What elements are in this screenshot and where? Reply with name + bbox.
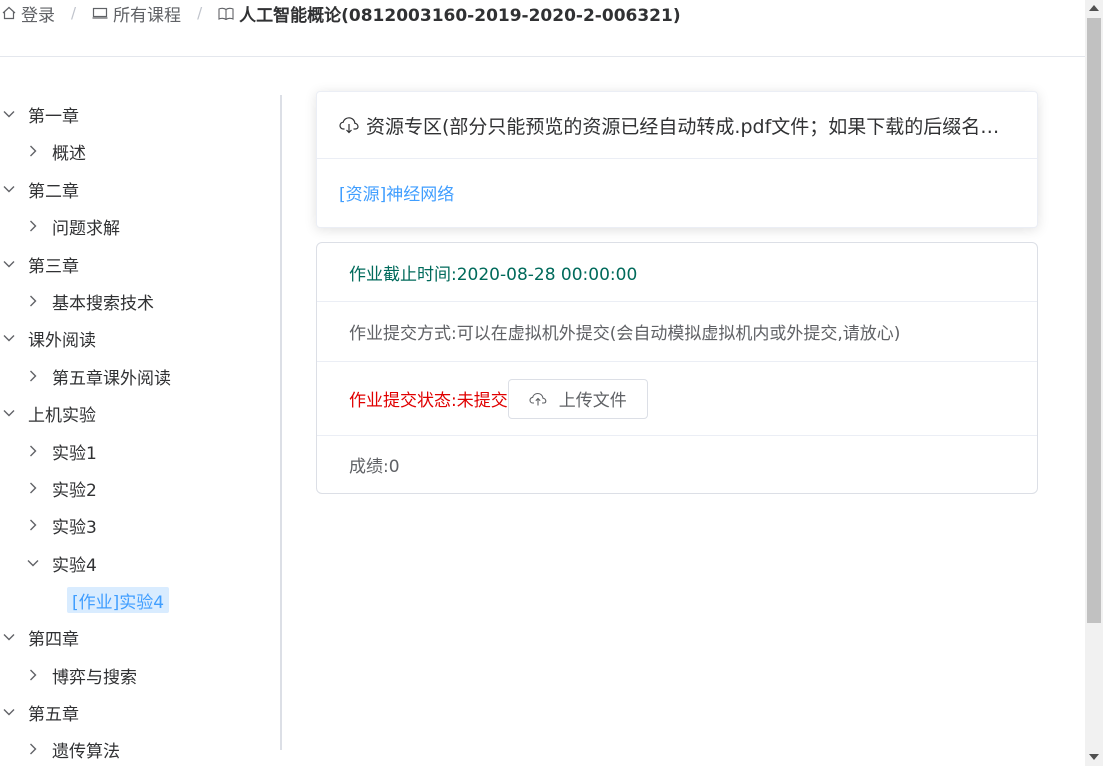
tree-node-lab2[interactable]: 实验2 — [26, 474, 97, 502]
scroll-down-arrow-icon[interactable] — [1089, 754, 1099, 760]
tree-node-label: 课外阅读 — [28, 330, 96, 351]
tree-node-ch1-overview[interactable]: 概述 — [26, 137, 86, 165]
tree-node-label: 第四章 — [28, 629, 79, 650]
assignment-card: 作业截止时间:2020-08-28 00:00:00 作业提交方式:可以在虚拟机… — [316, 242, 1038, 494]
scrollbar-thumb[interactable] — [1087, 18, 1101, 623]
assignment-score: 成绩:0 — [349, 457, 400, 477]
chevron-down-icon — [2, 182, 16, 196]
tree-node-extra[interactable]: 课外阅读 — [2, 324, 96, 352]
tree-node-extra-ch5[interactable]: 第五章课外阅读 — [26, 362, 171, 390]
chevron-down-icon — [2, 406, 16, 420]
tree-node-lab1[interactable]: 实验1 — [26, 437, 97, 465]
upload-file-button[interactable]: 上传文件 — [507, 378, 648, 419]
scroll-up-arrow-icon[interactable] — [1089, 5, 1099, 11]
chevron-down-icon — [2, 705, 16, 719]
tree-node-ch4-game[interactable]: 博弈与搜索 — [26, 661, 137, 689]
book-icon — [218, 7, 234, 20]
breadcrumb: 登录 / 所有课程 / 人工智能概论(0812003160-2019-2020-… — [2, 1, 681, 26]
chevron-right-icon — [26, 668, 40, 682]
tree-node-label: 第一章 — [28, 106, 79, 127]
tree-node-label: 概述 — [52, 143, 86, 164]
tree-node-label: 第二章 — [28, 181, 79, 202]
tree-node-ch4[interactable]: 第四章 — [2, 623, 79, 651]
tree-node-lab4-homework[interactable]: [作业]实验4 — [67, 587, 170, 613]
tree-node-ch3[interactable]: 第三章 — [2, 250, 79, 278]
upload-file-label: 上传文件 — [558, 391, 627, 411]
tree-node-label: 上机实验 — [28, 405, 96, 426]
tree-node-ch2[interactable]: 第二章 — [2, 175, 79, 203]
assignment-deadline: 作业截止时间:2020-08-28 00:00:00 — [317, 243, 1037, 302]
chevron-down-icon — [2, 257, 16, 271]
tree-node-ch5[interactable]: 第五章 — [2, 698, 79, 726]
breadcrumb-bar: 登录 / 所有课程 / 人工智能概论(0812003160-2019-2020-… — [0, 0, 1085, 57]
breadcrumb-all-courses-label: 所有课程 — [113, 5, 182, 26]
tree-node-label: 第五章 — [28, 704, 79, 725]
tree-node-label: 遗传算法 — [52, 741, 120, 762]
chevron-right-icon — [26, 294, 40, 308]
assignment-status-row: 作业提交状态:未提交 上传文件 — [317, 362, 1037, 436]
resource-card-title: 资源专区(部分只能预览的资源已经自动转成.pdf文件；如果下载的后缀名不正确请自… — [366, 115, 1015, 138]
breadcrumb-all-courses[interactable]: 所有课程 — [92, 1, 181, 26]
tree-node-label: 实验3 — [52, 517, 97, 538]
chevron-down-icon — [2, 331, 16, 345]
home-icon — [2, 6, 16, 20]
tree-node-lab4[interactable]: 实验4 — [26, 549, 97, 577]
tree-node-label: 第五章课外阅读 — [52, 368, 171, 389]
tree-node-label: 基本搜索技术 — [52, 293, 154, 314]
chevron-right-icon — [26, 144, 40, 158]
tree-node-label: 实验2 — [52, 480, 97, 501]
cloud-download-icon — [339, 117, 359, 134]
tree-node-label: 实验1 — [52, 443, 97, 464]
breadcrumb-course-label: 人工智能概论(0812003160-2019-2020-2-006321) — [239, 5, 681, 26]
tree-node-label: 第三章 — [28, 256, 79, 277]
tree-node-ch2-problem[interactable]: 问题求解 — [26, 212, 120, 240]
tree-node-label: 实验4 — [52, 555, 97, 576]
assignment-submit-method: 作业提交方式:可以在虚拟机外提交(会自动模拟虚拟机内或外提交,请放心) — [317, 302, 1037, 362]
cloud-upload-icon — [529, 392, 547, 405]
resource-card-header: 资源专区(部分只能预览的资源已经自动转成.pdf文件；如果下载的后缀名不正确请自… — [317, 92, 1037, 159]
tree-node-label: 问题求解 — [52, 218, 120, 239]
chevron-right-icon — [26, 369, 40, 383]
breadcrumb-separator: / — [197, 4, 203, 22]
breadcrumb-login-label: 登录 — [21, 5, 55, 26]
chevron-right-icon — [26, 481, 40, 495]
chevron-right-icon — [26, 444, 40, 458]
chevron-down-icon — [2, 630, 16, 644]
tree-node-label: 博弈与搜索 — [52, 667, 137, 688]
tree-node-ch5-ga[interactable]: 遗传算法 — [26, 735, 120, 763]
tree-node-ch1[interactable]: 第一章 — [2, 100, 79, 128]
breadcrumb-separator: / — [71, 4, 77, 22]
tree-node-lab[interactable]: 上机实验 — [2, 399, 96, 427]
chevron-down-icon — [2, 107, 16, 121]
resource-link-neural-network[interactable]: [资源]神经网络 — [339, 180, 454, 205]
breadcrumb-login[interactable]: 登录 — [2, 1, 55, 26]
chevron-right-icon — [26, 742, 40, 756]
chevron-right-icon — [26, 518, 40, 532]
monitor-icon — [92, 7, 108, 19]
chevron-down-icon — [26, 556, 40, 570]
assignment-status: 作业提交状态:未提交 — [349, 391, 508, 411]
chevron-right-icon — [26, 219, 40, 233]
resource-card: 资源专区(部分只能预览的资源已经自动转成.pdf文件；如果下载的后缀名不正确请自… — [316, 91, 1038, 228]
tree-node-ch3-search[interactable]: 基本搜索技术 — [26, 287, 154, 315]
tree-node-lab3[interactable]: 实验3 — [26, 511, 97, 539]
page-scrollbar[interactable] — [1085, 0, 1103, 766]
breadcrumb-course: 人工智能概论(0812003160-2019-2020-2-006321) — [218, 1, 681, 26]
